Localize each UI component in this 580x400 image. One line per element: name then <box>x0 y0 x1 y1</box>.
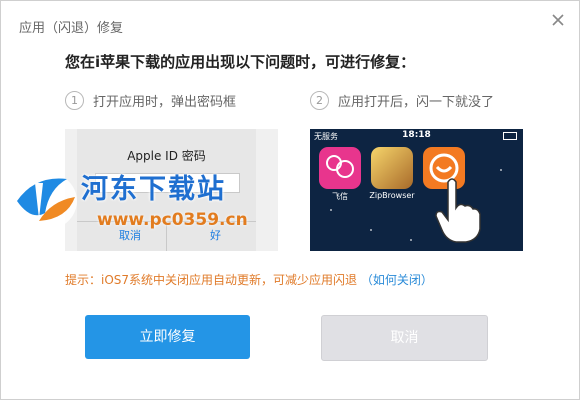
fetion-app-icon <box>319 147 361 189</box>
fetion-app-label: 飞信 <box>332 192 348 201</box>
instructions-heading: 您在i苹果下载的应用出现以下问题时，可进行修复： <box>65 53 416 71</box>
window-title: 应用（闪退）修复 <box>19 21 124 36</box>
tapping-hand-icon <box>435 178 481 243</box>
step-number-2: 2 <box>310 91 329 110</box>
cancel-button[interactable]: 取消 <box>321 315 488 361</box>
step-number-1: 1 <box>65 91 84 110</box>
zipbrowser-app-icon <box>371 147 413 189</box>
problem-item-1: 1 打开应用时，弹出密码框 <box>65 91 236 110</box>
problem-text-2: 应用打开后，闪一下就没了 <box>338 95 495 110</box>
tip-text: 提示：iOS7系统中关闭应用自动更新，可减少应用闪退 <box>65 273 358 287</box>
close-icon[interactable] <box>551 13 567 29</box>
star-dot <box>330 209 332 211</box>
how-to-disable-link[interactable]: （如何关闭） <box>361 273 433 287</box>
alert-title: Apple ID 密码 <box>127 149 206 163</box>
watermark-site-name: 河东下载站 <box>81 174 226 205</box>
star-dot <box>410 239 412 241</box>
battery-icon <box>503 132 517 140</box>
watermark-logo-icon <box>9 171 77 231</box>
problem-item-2: 2 应用打开后，闪一下就没了 <box>310 91 494 110</box>
tip-message: 提示：iOS7系统中关闭应用自动更新，可减少应用闪退 （如何关闭） <box>65 271 433 288</box>
ios-status-bar: 无服务 18:18 <box>310 129 523 141</box>
app-crash-screenshot: 无服务 18:18 飞信 ZipBrowser <box>310 129 523 251</box>
zipbrowser-app-label: ZipBrowser <box>369 191 415 200</box>
star-dot <box>500 169 502 171</box>
star-dot <box>370 229 372 231</box>
watermark-url: www.pc0359.cn <box>97 210 248 230</box>
repair-dialog: 应用（闪退）修复 您在i苹果下载的应用出现以下问题时，可进行修复： 1 打开应用… <box>0 0 580 400</box>
problem-text-1: 打开应用时，弹出密码框 <box>93 95 237 110</box>
status-time: 18:18 <box>402 130 431 140</box>
repair-now-button[interactable]: 立即修复 <box>85 315 250 359</box>
title-bar: 应用（闪退）修复 <box>1 1 579 45</box>
